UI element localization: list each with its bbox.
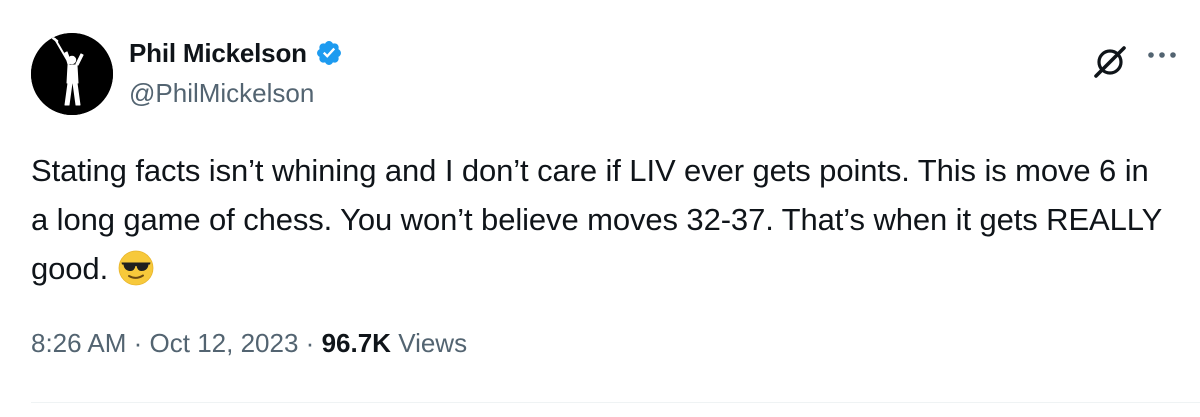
tweet-date: Oct 12, 2023 [149, 328, 299, 358]
views-count: 96.7K [321, 328, 391, 358]
meta-separator-2: · [305, 328, 315, 358]
meta-separator: · [133, 328, 143, 358]
tweet-meta: 8:26 AM · Oct 12, 2023 · 96.7K Views [31, 328, 467, 359]
tweet-text: Stating facts isn’t whining and I don’t … [31, 146, 1171, 293]
tweet-timestamp[interactable]: 8:26 AM · Oct 12, 2023 [31, 328, 298, 358]
sunglasses-emoji-icon [118, 250, 154, 286]
verified-badge-icon[interactable] [315, 39, 343, 67]
divider [31, 402, 1200, 403]
author-name-row: Phil Mickelson [129, 36, 343, 70]
author-handle[interactable]: @PhilMickelson [129, 78, 314, 109]
more-options-icon[interactable] [1146, 45, 1178, 65]
grok-icon[interactable] [1091, 43, 1129, 81]
tweet-card: Phil Mickelson @PhilMickelson Stating fa… [0, 0, 1200, 417]
avatar[interactable] [31, 33, 113, 115]
tweet-time: 8:26 AM [31, 328, 127, 358]
golfer-silhouette-icon [31, 33, 113, 115]
tweet-body-text: Stating facts isn’t whining and I don’t … [31, 153, 1162, 286]
author-display-name[interactable]: Phil Mickelson [129, 38, 307, 69]
views-label: Views [398, 328, 468, 358]
